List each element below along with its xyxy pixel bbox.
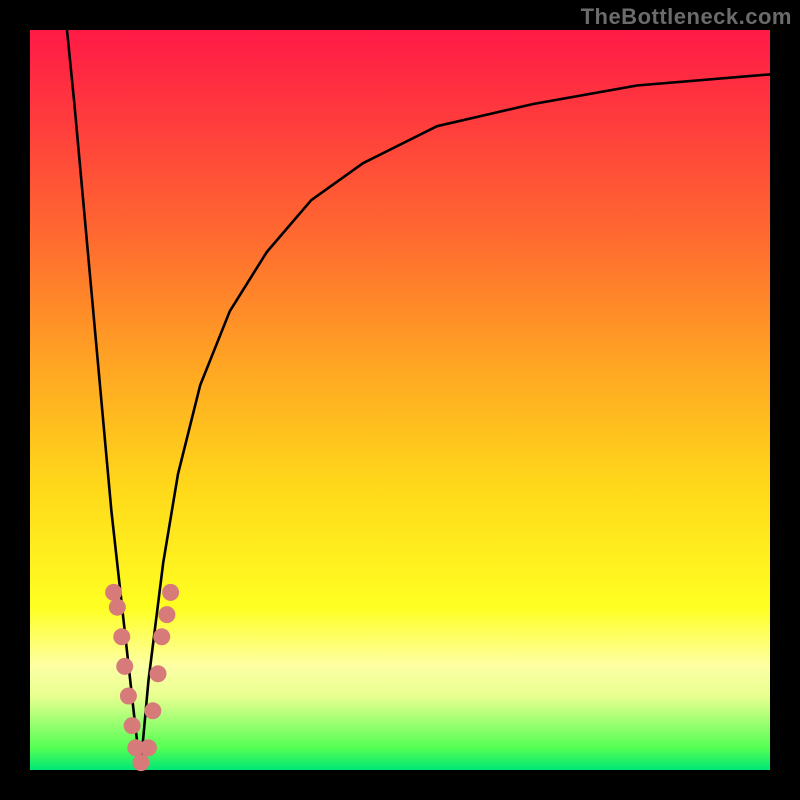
scatter-dot	[116, 658, 133, 675]
scatter-dot	[124, 717, 141, 734]
scatter-dot	[144, 702, 161, 719]
scatter-dot	[153, 628, 170, 645]
curve-right-branch	[141, 74, 770, 762]
scatter-dot	[120, 688, 137, 705]
watermark-label: TheBottleneck.com	[581, 4, 792, 30]
scatter-dot	[162, 584, 179, 601]
curve-left-branch	[67, 30, 140, 763]
scatter-dot	[113, 628, 130, 645]
chart-frame: TheBottleneck.com	[0, 0, 800, 800]
scatter-dot	[105, 584, 122, 601]
scatter-dots	[105, 584, 179, 771]
scatter-dot	[150, 665, 167, 682]
scatter-dot	[133, 754, 150, 771]
scatter-dot	[109, 599, 126, 616]
scatter-dot	[158, 606, 175, 623]
plot-area	[30, 30, 770, 770]
scatter-dot	[140, 739, 157, 756]
chart-svg	[30, 30, 770, 770]
